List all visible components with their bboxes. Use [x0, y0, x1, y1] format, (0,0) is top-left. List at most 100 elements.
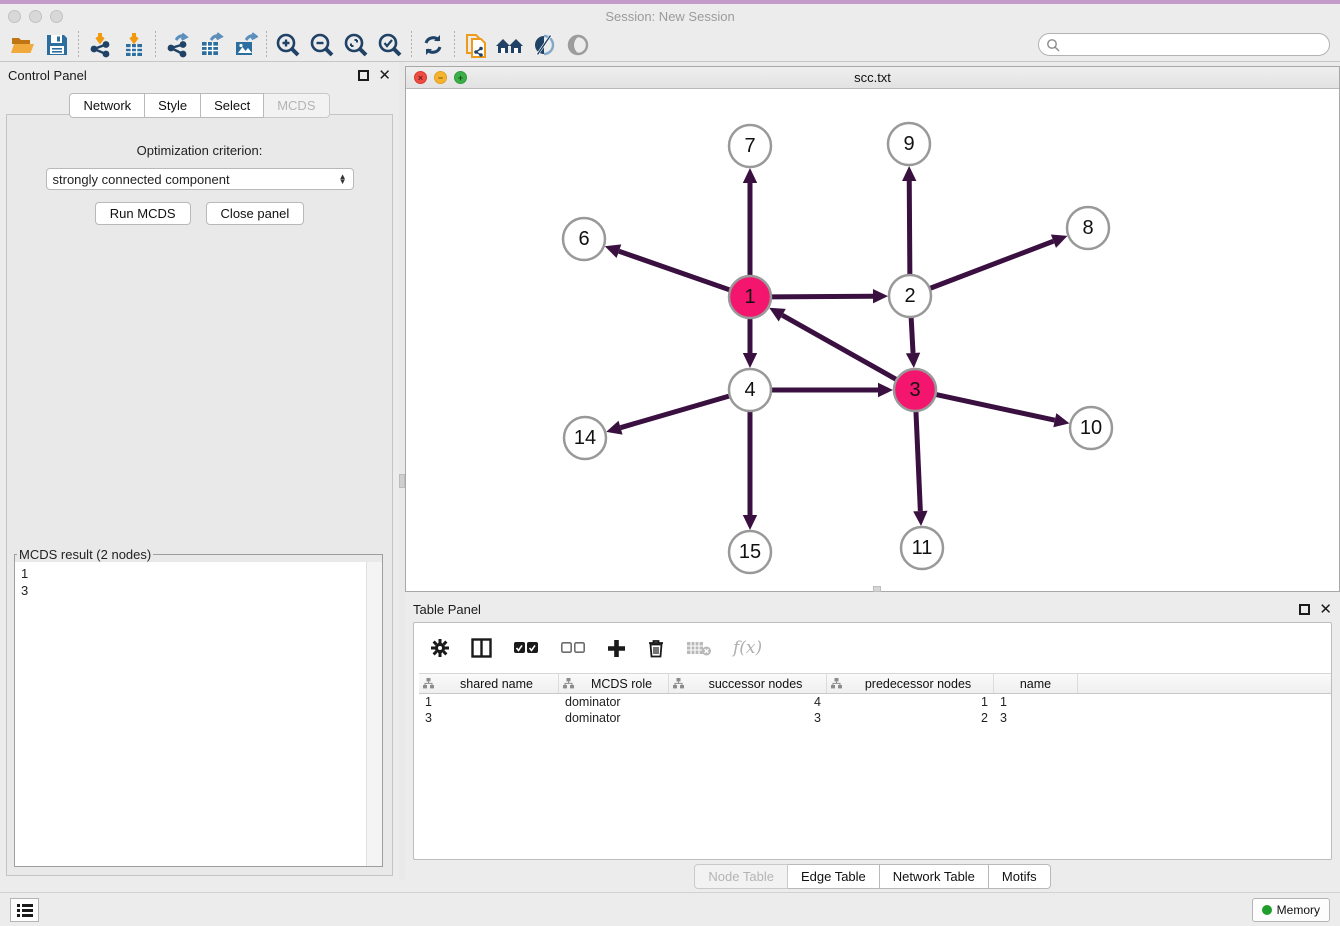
float-table-panel-icon[interactable] — [1299, 604, 1310, 615]
graph-edge-2-3[interactable] — [911, 317, 913, 353]
node-table-body: 1dominator4113dominator323 — [419, 694, 1331, 726]
refresh-icon — [421, 33, 445, 57]
control-panel-header: Control Panel ✕ — [0, 62, 399, 88]
graph-edge-4-14[interactable] — [621, 396, 730, 428]
float-panel-icon[interactable] — [358, 70, 369, 81]
delete-column-button[interactable] — [647, 638, 665, 658]
show-graphics-details-button[interactable] — [527, 30, 561, 60]
graph-edge-arrowhead — [1053, 413, 1069, 427]
birds-eye-view-icon — [565, 32, 591, 58]
table-cell[interactable]: 1 — [419, 695, 559, 709]
graph-node-label: 6 — [578, 228, 589, 250]
table-panel-header: Table Panel ✕ — [405, 596, 1340, 622]
graph-edge-3-11[interactable] — [916, 411, 920, 511]
graph-edge-3-1[interactable] — [782, 315, 896, 380]
table-row[interactable]: 3dominator323 — [419, 710, 1331, 726]
refresh-button[interactable] — [416, 30, 450, 60]
graph-node-label: 7 — [744, 135, 755, 157]
search-input[interactable] — [1064, 38, 1329, 52]
close-panel-button[interactable]: Close panel — [206, 202, 305, 225]
network-canvas[interactable]: 7968124314101511 — [406, 89, 1339, 591]
graph-edge-1-6[interactable] — [619, 251, 730, 290]
tab-node-table[interactable]: Node Table — [694, 864, 788, 889]
shared-column-icon — [423, 678, 434, 689]
mcds-result-lines: 1 3 — [15, 562, 382, 602]
trash-icon — [647, 638, 665, 658]
table-cell[interactable]: 1 — [994, 695, 1078, 709]
birds-eye-view-button[interactable] — [561, 30, 595, 60]
import-network-button[interactable] — [83, 30, 117, 60]
import-table-button[interactable] — [117, 30, 151, 60]
table-settings-button[interactable] — [430, 638, 450, 658]
table-row[interactable]: 1dominator411 — [419, 694, 1331, 710]
create-column-button[interactable] — [607, 639, 626, 658]
home-button[interactable] — [493, 30, 527, 60]
optimization-criterion-dropdown[interactable]: strongly connected component ▲▼ — [46, 168, 354, 190]
tab-style[interactable]: Style — [145, 93, 201, 118]
table-cell[interactable]: dominator — [559, 695, 669, 709]
export-network-button[interactable] — [160, 30, 194, 60]
search-field[interactable] — [1038, 33, 1330, 56]
select-all-button[interactable] — [513, 641, 539, 655]
export-table-button[interactable] — [194, 30, 228, 60]
delete-table-button[interactable] — [686, 639, 712, 657]
open-session-button[interactable] — [6, 30, 40, 60]
deselect-all-button[interactable] — [560, 641, 586, 655]
clone-network-button[interactable] — [459, 30, 493, 60]
tab-mcds[interactable]: MCDS — [264, 93, 329, 118]
graph-edge-arrowhead — [743, 168, 757, 183]
dropdown-value: strongly connected component — [53, 172, 339, 187]
close-panel-icon[interactable]: ✕ — [378, 70, 391, 81]
network-window-titlebar[interactable]: × − + scc.txt — [406, 67, 1339, 89]
mcds-result-area[interactable]: 1 3 — [15, 562, 382, 866]
function-builder-button[interactable]: f(x) — [733, 638, 762, 658]
clear-checkboxes-icon — [560, 641, 586, 655]
table-cell[interactable]: 3 — [669, 711, 827, 725]
table-cell[interactable]: 3 — [419, 711, 559, 725]
column-header-MCDS-role[interactable]: MCDS role — [559, 674, 669, 693]
control-panel-title: Control Panel — [8, 68, 358, 83]
graph-edge-2-8[interactable] — [930, 241, 1054, 288]
table-cell[interactable]: 2 — [827, 711, 994, 725]
close-table-panel-icon[interactable]: ✕ — [1319, 604, 1332, 615]
graph-edge-arrowhead — [605, 244, 622, 258]
table-cell[interactable]: 1 — [827, 695, 994, 709]
graph-edge-2-9[interactable] — [909, 181, 910, 275]
save-session-button[interactable] — [40, 30, 74, 60]
graph-edge-3-10[interactable] — [936, 394, 1055, 420]
column-header-shared-name[interactable]: shared name — [419, 674, 559, 693]
control-panel: Control Panel ✕ NetworkStyleSelectMCDS O… — [0, 62, 399, 880]
table-cell[interactable]: dominator — [559, 711, 669, 725]
column-header-predecessor-nodes[interactable]: predecessor nodes — [827, 674, 994, 693]
tab-network-table[interactable]: Network Table — [880, 864, 989, 889]
tab-motifs[interactable]: Motifs — [989, 864, 1051, 889]
table-toolbar: f(x) — [414, 623, 1331, 673]
network-resize-grip[interactable] — [873, 586, 881, 592]
graph-edge-1-2[interactable] — [771, 296, 873, 297]
status-bar: Memory — [0, 892, 1340, 926]
result-scrollbar[interactable] — [366, 562, 382, 866]
column-header-name[interactable]: name — [994, 674, 1078, 693]
tab-edge-table[interactable]: Edge Table — [788, 864, 880, 889]
zoom-selected-button[interactable] — [373, 30, 407, 60]
tab-network[interactable]: Network — [69, 93, 145, 118]
zoom-fit-button[interactable] — [339, 30, 373, 60]
graph-node-label: 14 — [574, 427, 596, 449]
node-table: shared nameMCDS rolesuccessor nodesprede… — [419, 673, 1331, 726]
export-image-icon — [232, 32, 258, 58]
show-column-button[interactable] — [471, 638, 492, 658]
node-table-container: f(x) shared nameMCDS rolesuccessor nodes… — [413, 622, 1332, 860]
table-cell[interactable]: 4 — [669, 695, 827, 709]
app-title: Session: New Session — [0, 9, 1340, 24]
tab-select[interactable]: Select — [201, 93, 264, 118]
zoom-out-button[interactable] — [305, 30, 339, 60]
column-header-successor-nodes[interactable]: successor nodes — [669, 674, 827, 693]
toolbar-separator — [78, 31, 79, 59]
task-history-button[interactable] — [10, 898, 39, 922]
export-image-button[interactable] — [228, 30, 262, 60]
run-mcds-button[interactable]: Run MCDS — [95, 202, 191, 225]
zoom-in-button[interactable] — [271, 30, 305, 60]
table-cell[interactable]: 3 — [994, 711, 1078, 725]
memory-button[interactable]: Memory — [1252, 898, 1330, 922]
graph-node-label: 8 — [1082, 217, 1093, 239]
